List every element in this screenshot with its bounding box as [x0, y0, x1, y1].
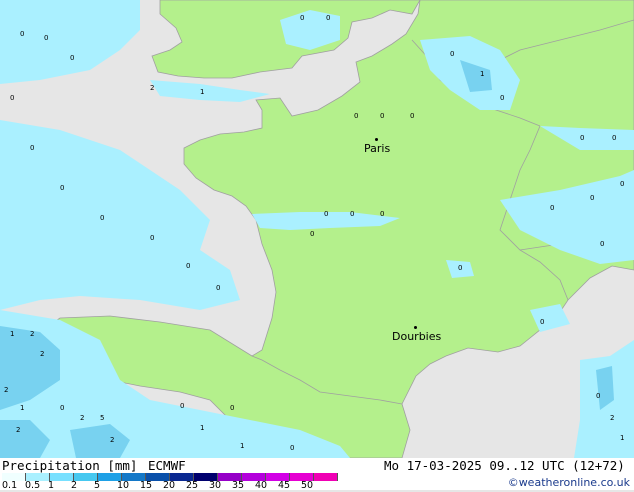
precip-marker: 0 [380, 210, 384, 218]
precip-marker: 2 [4, 386, 8, 394]
precip-marker: 0 [540, 318, 544, 326]
precip-marker: 2 [110, 436, 114, 444]
precip-marker: 5 [100, 414, 104, 422]
model-name: ECMWF [148, 458, 186, 473]
precip-marker: 0 [450, 50, 454, 58]
precip-marker: 0 [620, 180, 624, 188]
precip-marker: 0 [310, 230, 314, 238]
precip-marker: 0 [230, 404, 234, 412]
map-canvas: 0 0 0 0 0 0 0 0 0 0 2 1 0 0 0 1 0 0 0 0 … [0, 0, 634, 458]
precip-marker: 0 [60, 184, 64, 192]
precip-marker: 2 [610, 414, 614, 422]
precip-marker: 0 [186, 262, 190, 270]
city-dot-paris [375, 138, 378, 141]
precip-marker: 2 [30, 330, 34, 338]
precip-marker: 0 [354, 112, 358, 120]
legend-tick-label: 0.1 [2, 480, 18, 491]
legend-tick-label: 5 [94, 480, 101, 491]
precip-marker: 0 [100, 214, 104, 222]
legend-tick-label: 2 [71, 480, 78, 491]
precip-marker: 0 [410, 112, 414, 120]
legend-tick-label: 25 [186, 480, 199, 491]
legend-tick-labels: 0.1 0.5 1 2 5 10 15 20 25 30 35 40 45 50 [0, 480, 330, 492]
credit-link[interactable]: ©weatheronline.co.uk [508, 476, 630, 489]
city-dot-dourbies [414, 326, 417, 329]
precip-marker: 1 [20, 404, 24, 412]
precip-marker: 0 [300, 14, 304, 22]
precip-marker: 0 [324, 210, 328, 218]
precip-marker: 0 [180, 402, 184, 410]
precip-marker: 2 [40, 350, 44, 358]
precip-marker: 1 [620, 434, 624, 442]
precip-marker: 2 [150, 84, 154, 92]
precip-marker: 0 [30, 144, 34, 152]
legend-tick-label: 50 [301, 480, 314, 491]
precip-marker: 2 [16, 426, 20, 434]
precip-marker: 0 [290, 444, 294, 452]
precip-marker: 0 [44, 34, 48, 42]
legend-tick-label: 20 [163, 480, 176, 491]
legend-tick-label: 10 [117, 480, 130, 491]
precip-marker: 1 [200, 424, 204, 432]
precip-marker: 0 [150, 234, 154, 242]
precip-marker: 0 [596, 392, 600, 400]
city-label-dourbies[interactable]: Dourbies [392, 330, 441, 343]
precip-marker: 0 [350, 210, 354, 218]
precip-marker: 0 [60, 404, 64, 412]
legend-tick-label: 35 [232, 480, 245, 491]
legend-tick-label: 30 [209, 480, 222, 491]
legend-tick-label: 45 [278, 480, 291, 491]
precip-title: Precipitation [mm] [2, 458, 138, 473]
precip-marker: 0 [580, 134, 584, 142]
precip-marker: 0 [20, 30, 24, 38]
legend-tick-label: 1 [48, 480, 55, 491]
precip-marker: 0 [216, 284, 220, 292]
legend-tick-label: 15 [140, 480, 153, 491]
legend-tick-label: 40 [255, 480, 268, 491]
precip-marker: 1 [200, 88, 204, 96]
legend-tick-label: 0.5 [25, 480, 41, 491]
precip-marker: 0 [458, 264, 462, 272]
precip-marker: 0 [380, 112, 384, 120]
precip-marker: 2 [80, 414, 84, 422]
precip-marker: 0 [550, 204, 554, 212]
precip-marker: 1 [10, 330, 14, 338]
city-label-paris[interactable]: Paris [364, 142, 390, 155]
precipitation-map[interactable]: 0 0 0 0 0 0 0 0 0 0 2 1 0 0 0 1 0 0 0 0 … [0, 0, 634, 458]
precip-marker: 0 [70, 54, 74, 62]
precip-marker: 0 [600, 240, 604, 248]
precip-marker: 0 [326, 14, 330, 22]
precip-marker: 0 [500, 94, 504, 102]
precip-marker: 0 [612, 134, 616, 142]
precip-marker: 1 [480, 70, 484, 78]
precip-marker: 1 [240, 442, 244, 450]
forecast-datetime: Mo 17-03-2025 09..12 UTC (12+72) [384, 458, 625, 473]
precip-marker: 0 [590, 194, 594, 202]
precip-marker: 0 [10, 94, 14, 102]
